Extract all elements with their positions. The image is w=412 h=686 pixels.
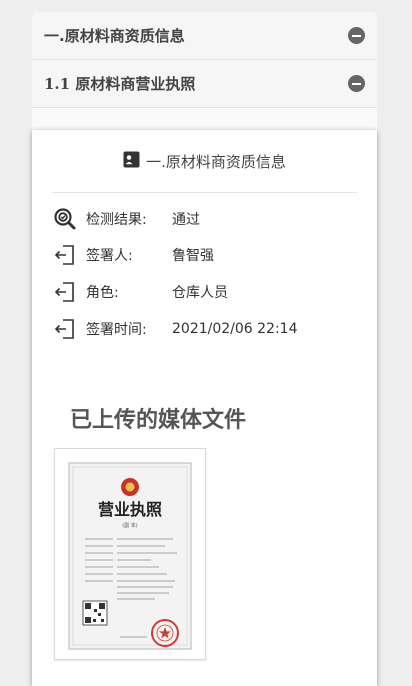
info-row-result: 检测结果: 通过 [52,206,367,232]
media-section-title: 已上传的媒体文件 [70,408,247,433]
info-row-signer: 签署人: 鲁智强 [52,242,367,268]
business-license-thumbnail[interactable]: 营业执照 (副 本) [54,448,206,660]
sign-in-icon [52,242,78,268]
section-header-business-license[interactable]: 1.1 原材料商营业执照 [32,60,377,108]
row-label: 签署人: [86,248,133,264]
sign-in-icon [52,316,78,342]
row-value: 2021/02/06 22:14 [172,321,298,337]
row-label: 检测结果: [86,212,147,228]
row-label: 角色: [86,285,119,301]
license-copy-label: (副 本) [122,522,138,529]
inspection-icon [52,206,78,232]
qualification-detail-card: 一.原材料商资质信息 检测结果: 通过 签署人: 鲁智强 角色: 仓库人员 签署… [32,130,377,686]
section-title: 1.1 原材料商营业执照 [44,75,196,93]
license-title: 营业执照 [98,500,162,519]
info-row-sign-time: 签署时间: 2021/02/06 22:14 [52,316,367,342]
card-title: 一.原材料商资质信息 [146,152,286,171]
sign-in-icon [52,279,78,305]
section-title: 一.原材料商资质信息 [44,27,185,45]
row-value: 通过 [172,212,200,228]
row-value: 鲁智强 [172,248,214,264]
row-label: 签署时间: [86,322,147,338]
row-value: 仓库人员 [172,285,228,301]
collapse-icon[interactable] [348,75,365,92]
collapse-icon[interactable] [348,27,365,44]
section-header-supplier-qualification[interactable]: 一.原材料商资质信息 [32,12,377,60]
card-header: 一.原材料商资质信息 [52,130,357,193]
business-license-image: 营业执照 (副 本) [68,462,192,650]
id-card-icon [123,151,140,172]
section-body-spacer [32,108,377,130]
info-row-role: 角色: 仓库人员 [52,279,367,305]
